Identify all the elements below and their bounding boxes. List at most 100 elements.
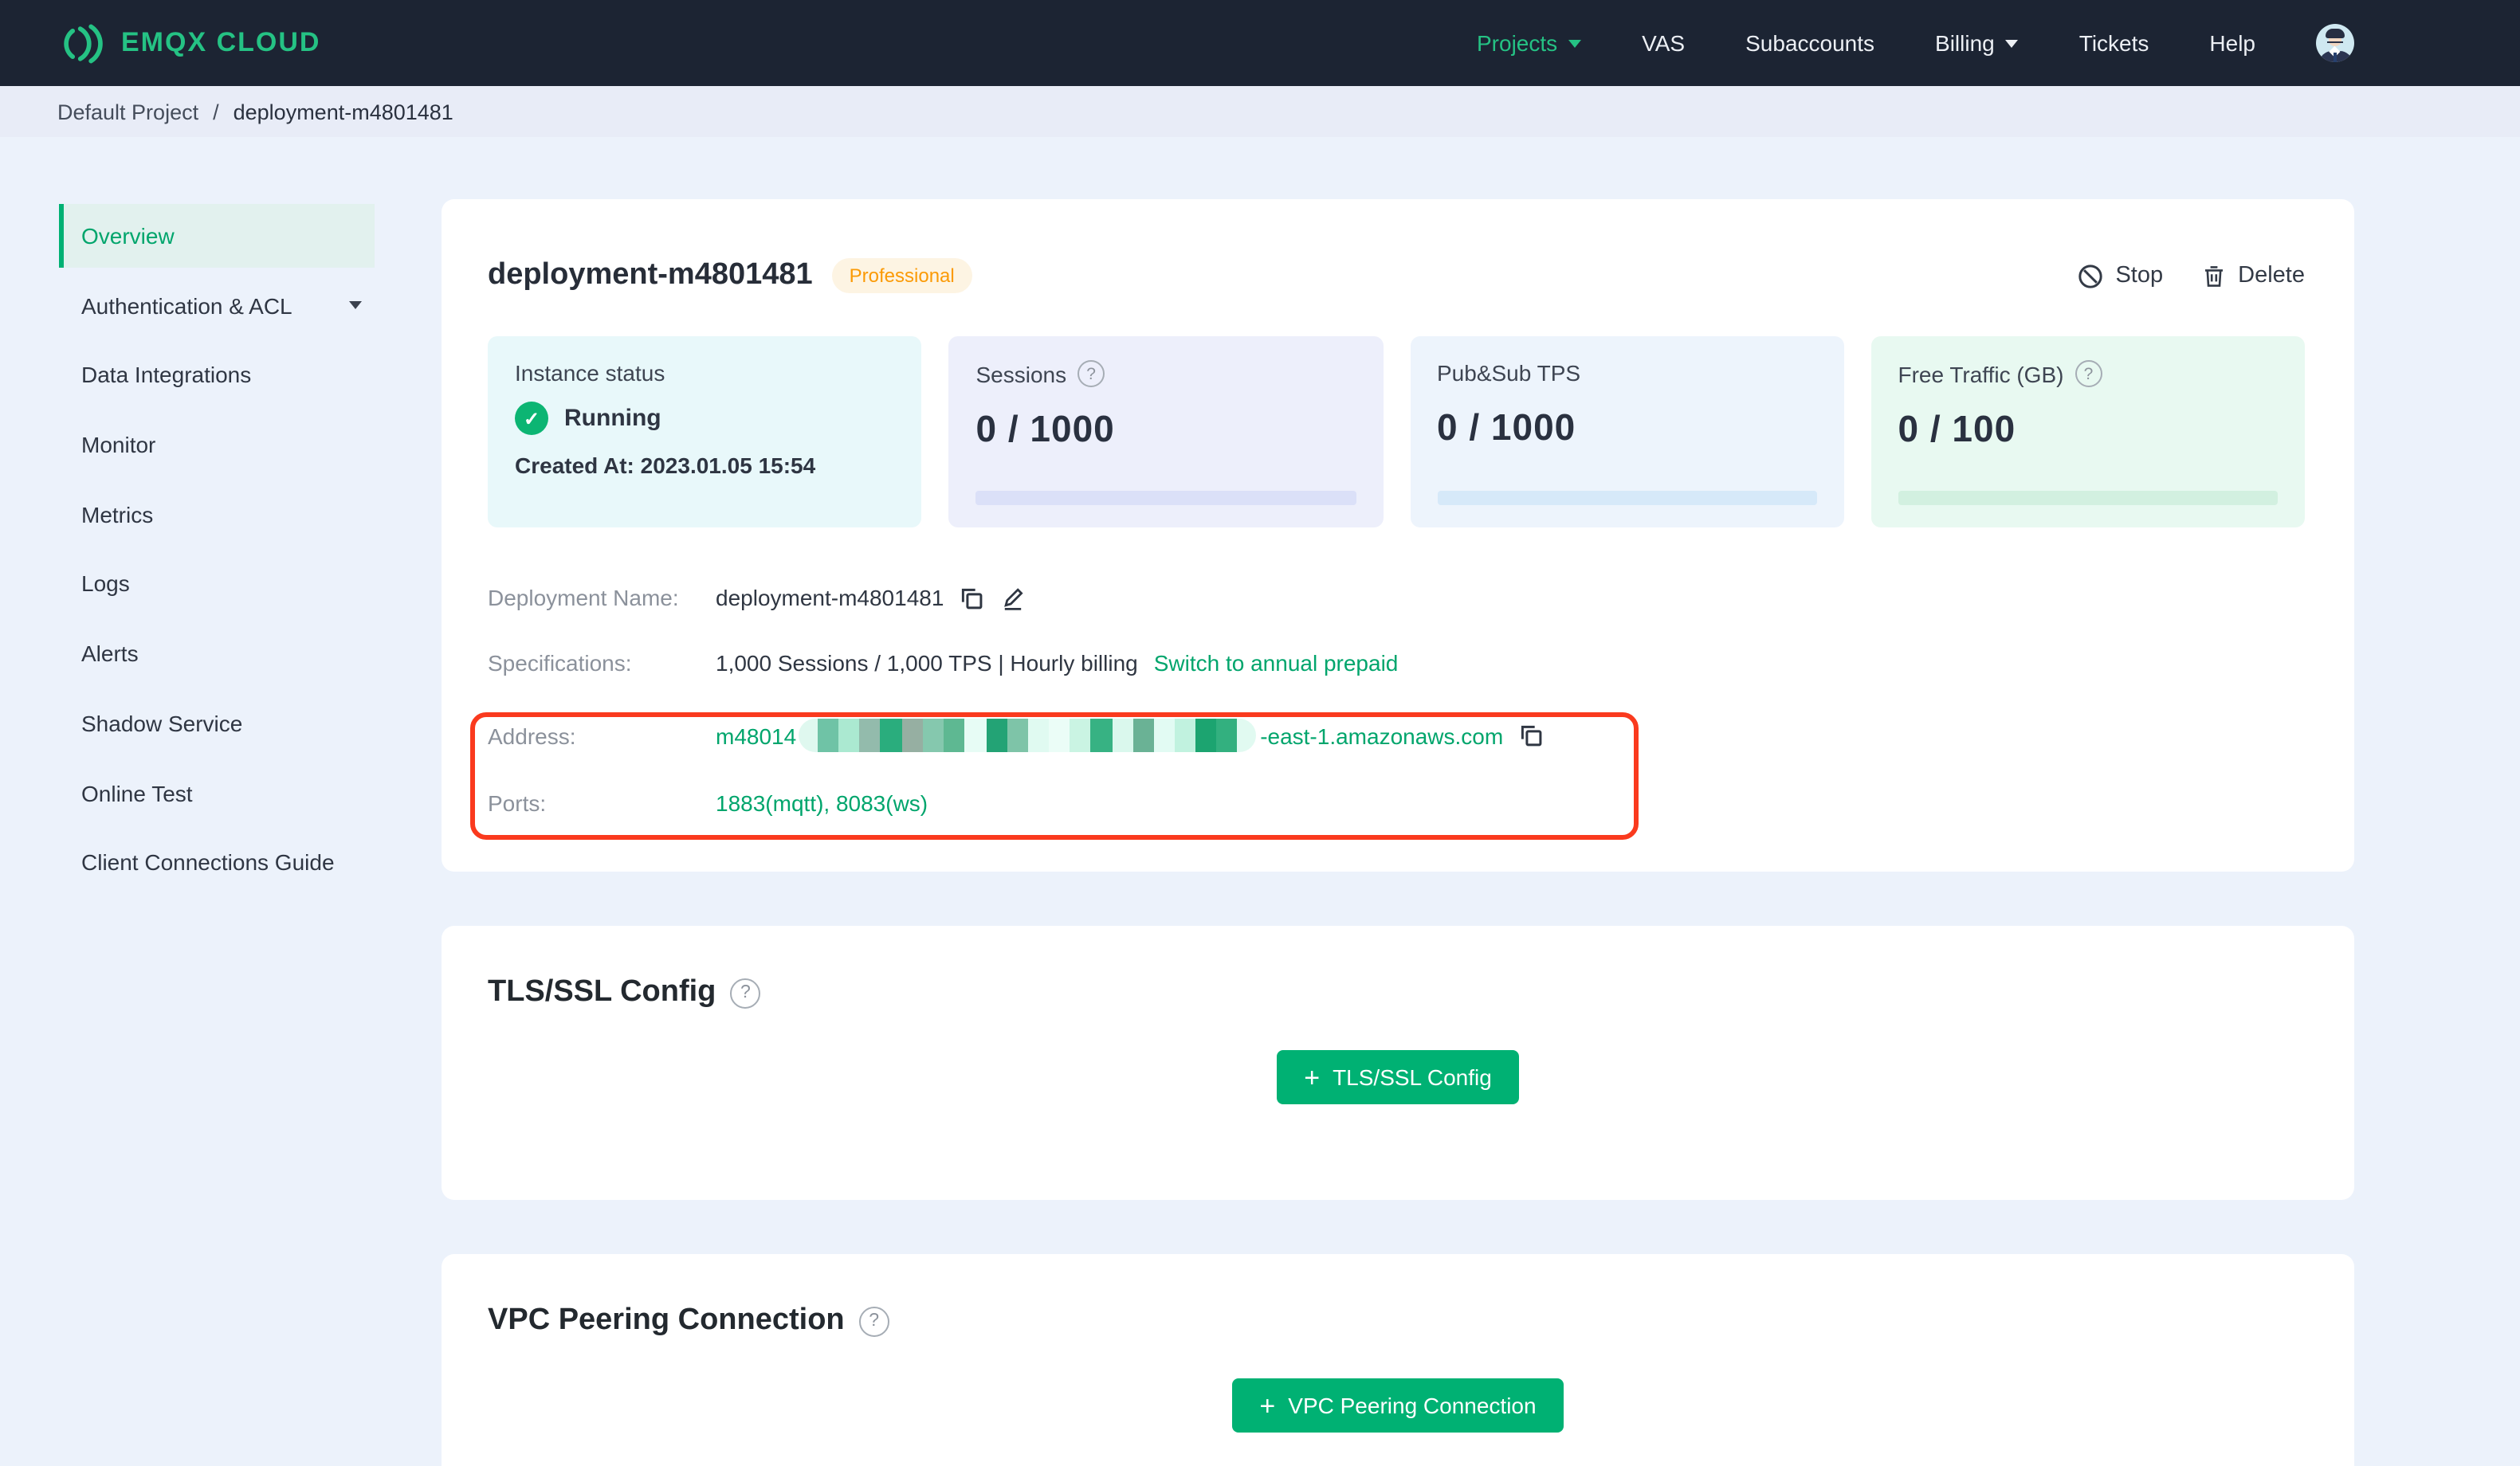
deployment-overview-card: deployment-m4801481 Professional Stop De… [442,199,2354,872]
add-tls-ssl-config-button[interactable]: + TLS/SSL Config [1277,1050,1519,1104]
free-traffic-progress-bar [1898,491,2278,505]
free-traffic-value: 0 / 100 [1898,408,2016,449]
sessions-label: Sessions ? [976,360,1356,387]
sidebar-item-metrics[interactable]: Metrics [59,483,375,547]
add-vpc-peering-button[interactable]: + VPC Peering Connection [1232,1378,1564,1433]
copy-icon[interactable] [1517,722,1545,749]
chevron-down-icon [1568,39,1582,47]
free-traffic-card: Free Traffic (GB) ? 0 / 100 [1870,336,2305,527]
delete-button[interactable]: Delete [2201,262,2305,289]
user-avatar[interactable] [2316,24,2354,62]
specifications-value-wrap: 1,000 Sessions / 1,000 TPS | Hourly bill… [716,650,2305,676]
brand-logo[interactable]: EMQX CLOUD [57,22,320,65]
sidebar-item-authentication-acl[interactable]: Authentication & ACL [59,273,375,337]
switch-annual-prepaid-link[interactable]: Switch to annual prepaid [1154,650,1399,676]
chevron-down-icon [2005,39,2019,47]
breadcrumb: Default Project / deployment-m4801481 [0,86,2520,137]
nav-item-tickets[interactable]: Tickets [2079,30,2149,56]
sidebar-item-online-test[interactable]: Online Test [59,761,375,825]
sessions-card: Sessions ? 0 / 1000 [948,336,1383,527]
address-row: Address: m48014 -east-1.amazonaws.com [488,719,1634,752]
sidebar-item-authentication-acl-label: Authentication & ACL [81,292,292,319]
address-label: Address: [488,723,576,748]
sidebar-item-overview[interactable]: Overview [59,204,375,268]
sidebar-item-alerts[interactable]: Alerts [59,621,375,685]
tls-ssl-section: TLS/SSL Config ? + TLS/SSL Config [442,926,2354,1200]
help-icon[interactable]: ? [858,1306,889,1336]
copy-icon[interactable] [958,584,985,611]
sidebar-item-monitor[interactable]: Monitor [59,413,375,476]
help-icon[interactable]: ? [730,978,761,1008]
nav-item-projects-label: Projects [1477,30,1558,56]
edit-icon[interactable] [999,584,1026,611]
instance-status-value: ✓ Running [515,402,895,435]
nav-item-billing-label: Billing [1935,30,1995,56]
deployment-title: deployment-m4801481 [488,258,813,292]
sidebar-item-data-integrations[interactable]: Data Integrations [59,343,375,407]
plus-icon: + [1259,1390,1276,1421]
address-suffix: -east-1.amazonaws.com [1260,723,1504,748]
add-tls-ssl-config-label: TLS/SSL Config [1333,1064,1492,1090]
top-nav-menu: Projects VAS Subaccounts Billing Tickets… [1477,24,2354,62]
delete-label: Delete [2238,263,2305,288]
avatar-tie [2334,53,2337,62]
breadcrumb-separator: / [213,100,219,123]
top-navbar: EMQX CLOUD Projects VAS Subaccounts Bill… [0,0,2520,86]
sidebar-item-client-connections-guide[interactable]: Client Connections Guide [59,830,375,894]
vpc-peering-header: VPC Peering Connection ? [442,1303,2354,1339]
free-traffic-label: Free Traffic (GB) ? [1898,360,2279,387]
tls-ssl-header: TLS/SSL Config ? [442,975,2354,1010]
nav-item-help[interactable]: Help [2209,30,2255,56]
deployment-name-value: deployment-m4801481 [716,585,944,610]
created-at-text: Created At: 2023.01.05 15:54 [515,453,816,478]
specifications-value: 1,000 Sessions / 1,000 TPS | Hourly bill… [716,650,1138,676]
sessions-label-text: Sessions [975,361,1067,386]
running-status: Running [564,405,661,432]
vpc-peering-title: VPC Peering Connection [488,1303,845,1337]
address-highlight-box: Address: m48014 -east-1.amazonaws.com Po [470,712,1639,840]
instance-status-card: Instance status ✓ Running Created At: 20… [488,336,922,527]
specifications-row: Specifications: 1,000 Sessions / 1,000 T… [488,647,2305,679]
nav-item-vas[interactable]: VAS [1642,30,1685,56]
deployment-info: Deployment Name: deployment-m4801481 Spe… [470,582,2305,840]
deployment-actions: Stop Delete [2077,262,2305,289]
sidebar-item-shadow-service[interactable]: Shadow Service [59,692,375,755]
brand-name: EMQX CLOUD [121,27,321,57]
stop-button[interactable]: Stop [2077,262,2163,289]
address-prefix: m48014 [716,723,797,748]
address-redacted-blur [798,719,1256,752]
stats-row: Instance status ✓ Running Created At: 20… [488,336,2305,527]
ports-value: 1883(mqtt), 8083(ws) [716,790,928,816]
vpc-peering-section: VPC Peering Connection ? + VPC Peering C… [442,1254,2354,1466]
breadcrumb-current: deployment-m4801481 [233,100,453,123]
nav-item-projects[interactable]: Projects [1477,30,1582,56]
emqx-cloud-app: EMQX CLOUD Projects VAS Subaccounts Bill… [0,0,2520,1466]
ports-row: Ports: 1883(mqtt), 8083(ws) [488,787,1634,819]
nav-item-subaccounts[interactable]: Subaccounts [1745,30,1874,56]
sidebar-item-logs[interactable]: Logs [59,552,375,616]
stop-label: Stop [2115,263,2164,288]
help-icon[interactable]: ? [1077,360,1105,387]
check-circle-icon: ✓ [515,402,548,435]
breadcrumb-project[interactable]: Default Project [57,100,198,123]
pubsub-tps-progress-bar [1437,491,1817,505]
pubsub-tps-label: Pub&Sub TPS [1437,360,1581,386]
avatar-hair [2326,29,2345,37]
emqx-logo-icon [64,23,103,63]
trash-icon [2205,265,2224,286]
free-traffic-label-text: Free Traffic (GB) [1898,361,2064,386]
deployment-name-value-wrap: deployment-m4801481 [716,584,2305,611]
specifications-label: Specifications: [488,650,632,676]
deployment-header: deployment-m4801481 Professional Stop De… [488,237,2305,314]
pubsub-tps-card: Pub&Sub TPS 0 / 1000 [1410,336,1844,527]
nav-item-billing[interactable]: Billing [1935,30,2019,56]
address-value-wrap: m48014 -east-1.amazonaws.com [716,719,1634,752]
sidebar: Overview Authentication & ACL Data Integ… [59,204,375,900]
help-icon[interactable]: ? [2074,360,2102,387]
sessions-progress-bar [975,491,1356,505]
pubsub-tps-value: 0 / 1000 [1437,406,1576,448]
add-vpc-peering-label: VPC Peering Connection [1288,1393,1537,1418]
plan-badge: Professional [831,258,972,293]
tls-ssl-title: TLS/SSL Config [488,975,716,1009]
instance-status-label: Instance status [515,360,665,386]
